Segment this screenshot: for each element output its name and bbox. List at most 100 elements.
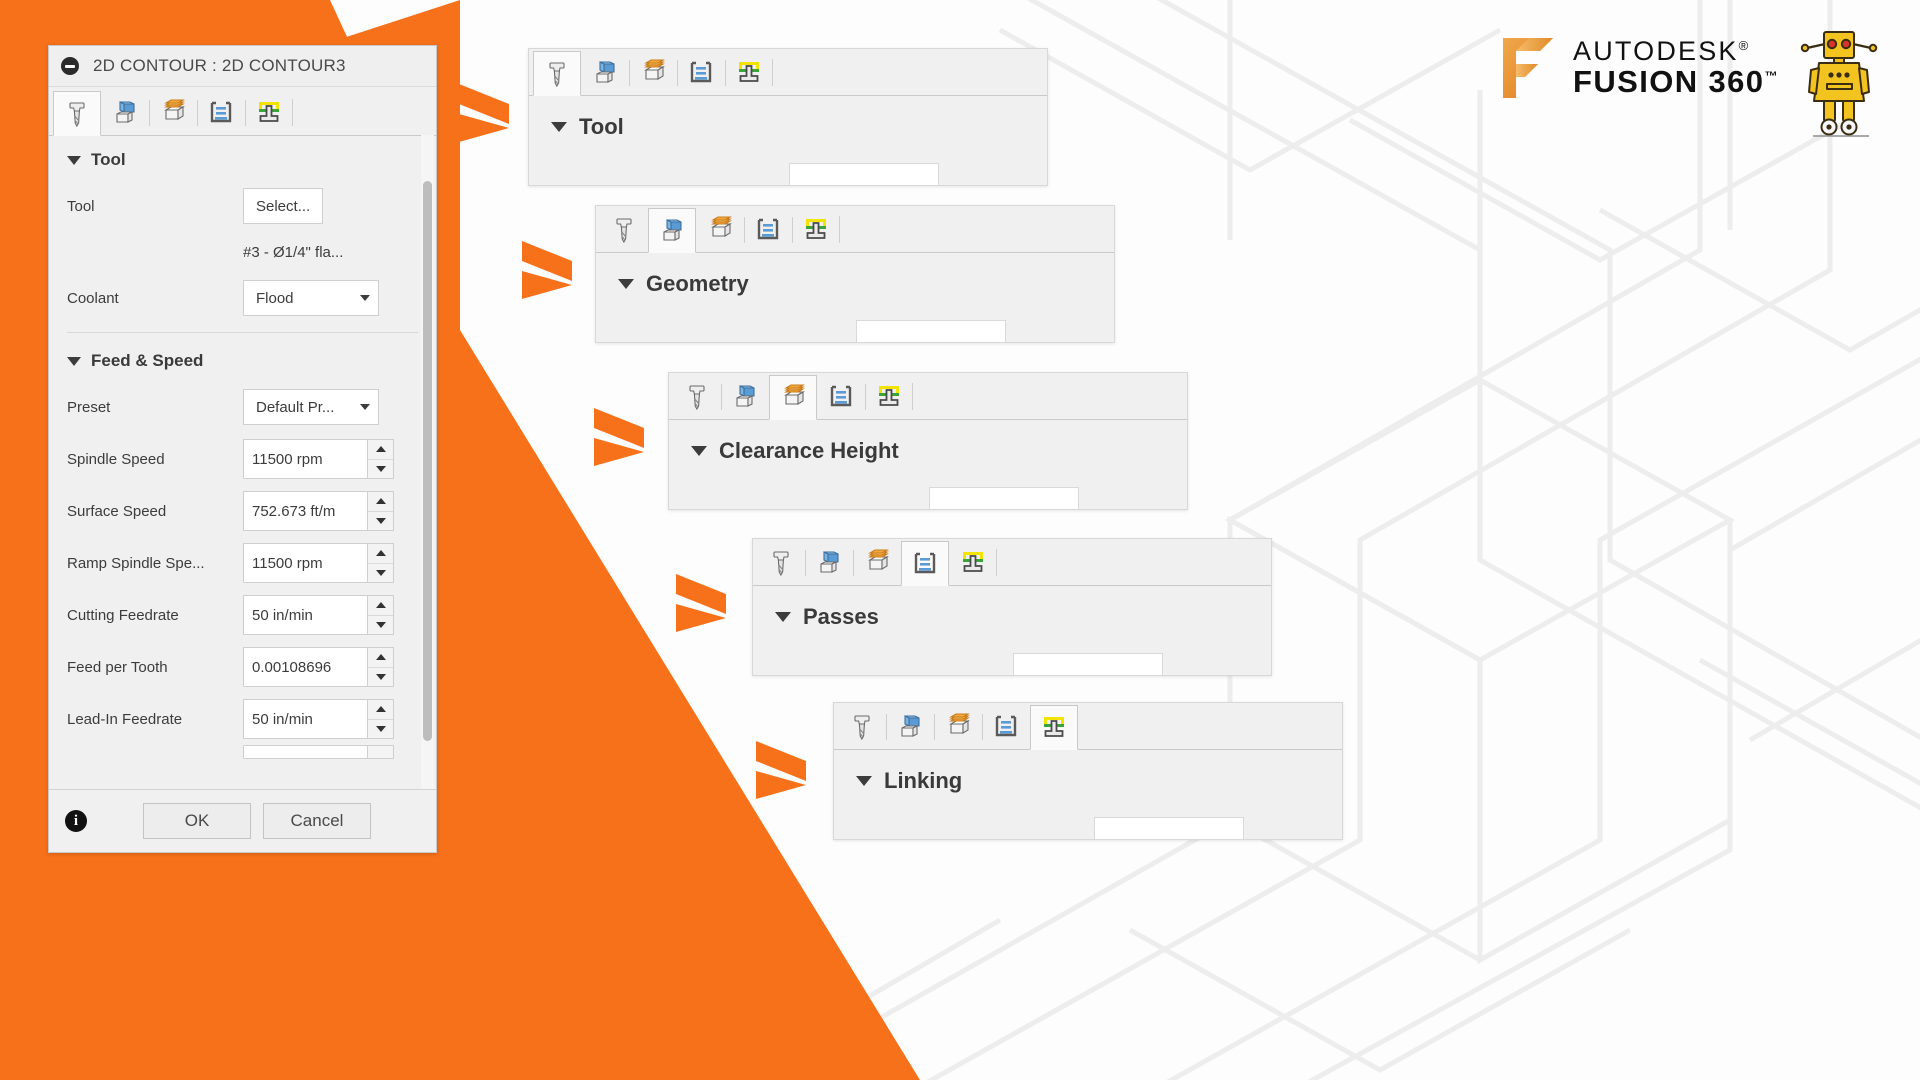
panel-clipped-field — [789, 163, 939, 185]
tab-geometry[interactable] — [648, 208, 696, 253]
tab-geometry[interactable] — [101, 90, 149, 135]
lead-in-feedrate-input[interactable]: 50 in/min — [243, 699, 368, 739]
vertical-scrollbar[interactable] — [421, 135, 434, 790]
spindle-speed-stepper[interactable]: 11500 rpm — [243, 439, 394, 479]
tab-geometry[interactable] — [805, 540, 853, 585]
stepper-up-button[interactable] — [368, 596, 393, 615]
tab-heights[interactable] — [769, 375, 817, 420]
coolant-select[interactable]: Flood — [243, 280, 379, 316]
caret-down-icon — [775, 612, 791, 622]
tab-linking[interactable] — [949, 540, 997, 585]
stepper-buttons[interactable] — [368, 439, 394, 479]
ramp-spindle-speed-input[interactable]: 11500 rpm — [243, 543, 368, 583]
stepper-buttons[interactable] — [368, 699, 394, 739]
info-circle-icon[interactable]: i — [65, 810, 87, 832]
row-preset: Preset Default Pr... — [49, 381, 436, 433]
tab-tool[interactable] — [53, 91, 101, 136]
tab-geometry[interactable] — [721, 374, 769, 419]
stepper-up-button[interactable] — [368, 648, 393, 667]
tab-passes[interactable] — [817, 374, 865, 419]
stepper-buttons[interactable] — [368, 745, 394, 759]
tab-linking[interactable] — [792, 207, 840, 252]
panel-section-label: Passes — [803, 604, 879, 629]
scrollbar-thumb[interactable] — [423, 181, 432, 741]
surface-speed-stepper[interactable]: 752.673 ft/m — [243, 491, 394, 531]
ok-button[interactable]: OK — [143, 803, 251, 839]
tab-heights[interactable] — [696, 207, 744, 252]
tab-linking[interactable] — [725, 50, 773, 95]
cutting-feedrate-input[interactable]: 50 in/min — [243, 595, 368, 635]
next-field-input[interactable] — [243, 745, 368, 759]
stepper-up-button[interactable] — [368, 700, 393, 719]
tab-tool[interactable] — [838, 704, 886, 749]
surface-speed-input[interactable]: 752.673 ft/m — [243, 491, 368, 531]
stepper-buttons[interactable] — [368, 491, 394, 531]
caret-down-icon — [856, 776, 872, 786]
panel-clipped-field — [1094, 817, 1244, 839]
tool-select-button[interactable]: Select... — [243, 188, 324, 224]
tab-passes[interactable] — [197, 90, 245, 135]
panel-section-header[interactable]: Linking — [834, 750, 1342, 794]
next-field-clipped[interactable] — [243, 745, 394, 759]
tab-linking[interactable] — [1030, 705, 1078, 750]
panel-section-header[interactable]: Geometry — [596, 253, 1114, 297]
tab-heights[interactable] — [853, 540, 901, 585]
tab-geometry[interactable] — [886, 704, 934, 749]
section-label: Feed & Speed — [91, 351, 204, 370]
lead-in-feedrate-stepper[interactable]: 50 in/min — [243, 699, 394, 739]
tab-tool[interactable] — [673, 374, 721, 419]
linking-tpath-icon — [963, 552, 983, 572]
tab-tool[interactable] — [533, 51, 581, 96]
spindle-speed-input[interactable]: 11500 rpm — [243, 439, 368, 479]
section-header-tool[interactable]: Tool — [49, 136, 436, 180]
stepper-buttons[interactable] — [368, 595, 394, 635]
tab-geometry[interactable] — [581, 50, 629, 95]
drill-bit-icon — [549, 61, 565, 87]
tab-heights[interactable] — [149, 90, 197, 135]
panel-section-header[interactable]: Passes — [753, 586, 1271, 630]
stepper-down-button[interactable] — [368, 614, 393, 635]
double-chevron-right-icon — [522, 241, 572, 299]
tab-passes[interactable] — [982, 704, 1030, 749]
stepover-layers-icon — [830, 385, 852, 407]
tab-passes[interactable] — [901, 541, 949, 586]
tab-heights[interactable] — [629, 50, 677, 95]
stepper-up-button[interactable] — [368, 492, 393, 511]
feed-per-tooth-stepper[interactable]: 0.00108696 — [243, 647, 394, 687]
cancel-button[interactable]: Cancel — [263, 803, 371, 839]
minus-circle-icon[interactable] — [61, 57, 79, 75]
stepper-down-button[interactable] — [368, 718, 393, 739]
orange-top-face-icon — [711, 216, 732, 237]
section-header-feed-and-speed[interactable]: Feed & Speed — [49, 337, 436, 381]
stepper-down-button[interactable] — [368, 510, 393, 531]
cascade-panel-geometry: Geometry — [595, 205, 1115, 343]
stepper-up-button[interactable] — [368, 544, 393, 563]
tab-tool[interactable] — [600, 207, 648, 252]
ramp-spindle-speed-stepper[interactable]: 11500 rpm — [243, 543, 394, 583]
stepper-down-button[interactable] — [368, 666, 393, 687]
caret-up-icon — [375, 446, 386, 453]
tool-select-control[interactable]: Select... — [243, 188, 324, 224]
preset-select[interactable]: Default Pr... — [243, 389, 379, 425]
caret-down-icon — [375, 465, 386, 472]
tab-passes[interactable] — [744, 207, 792, 252]
tab-heights[interactable] — [934, 704, 982, 749]
cascade-panel-clearance-height: Clearance Height — [668, 372, 1188, 510]
tab-linking[interactable] — [865, 374, 913, 419]
stepper-buttons[interactable] — [368, 647, 394, 687]
stepper-down-button[interactable] — [368, 458, 393, 479]
stepper-buttons[interactable] — [368, 543, 394, 583]
feed-per-tooth-input[interactable]: 0.00108696 — [243, 647, 368, 687]
cutting-feedrate-stepper[interactable]: 50 in/min — [243, 595, 394, 635]
panel-section-header[interactable]: Clearance Height — [669, 420, 1187, 464]
tab-linking[interactable] — [245, 90, 293, 135]
panel-section-label: Tool — [579, 114, 624, 139]
panel-section-header[interactable]: Tool — [529, 96, 1047, 140]
row-coolant: Coolant Flood — [49, 272, 436, 324]
stepper-down-button[interactable] — [368, 562, 393, 583]
caret-up-icon — [375, 654, 386, 661]
blue-solid-body-icon — [663, 218, 682, 241]
tab-tool[interactable] — [757, 540, 805, 585]
tab-passes[interactable] — [677, 50, 725, 95]
stepper-up-button[interactable] — [368, 440, 393, 459]
